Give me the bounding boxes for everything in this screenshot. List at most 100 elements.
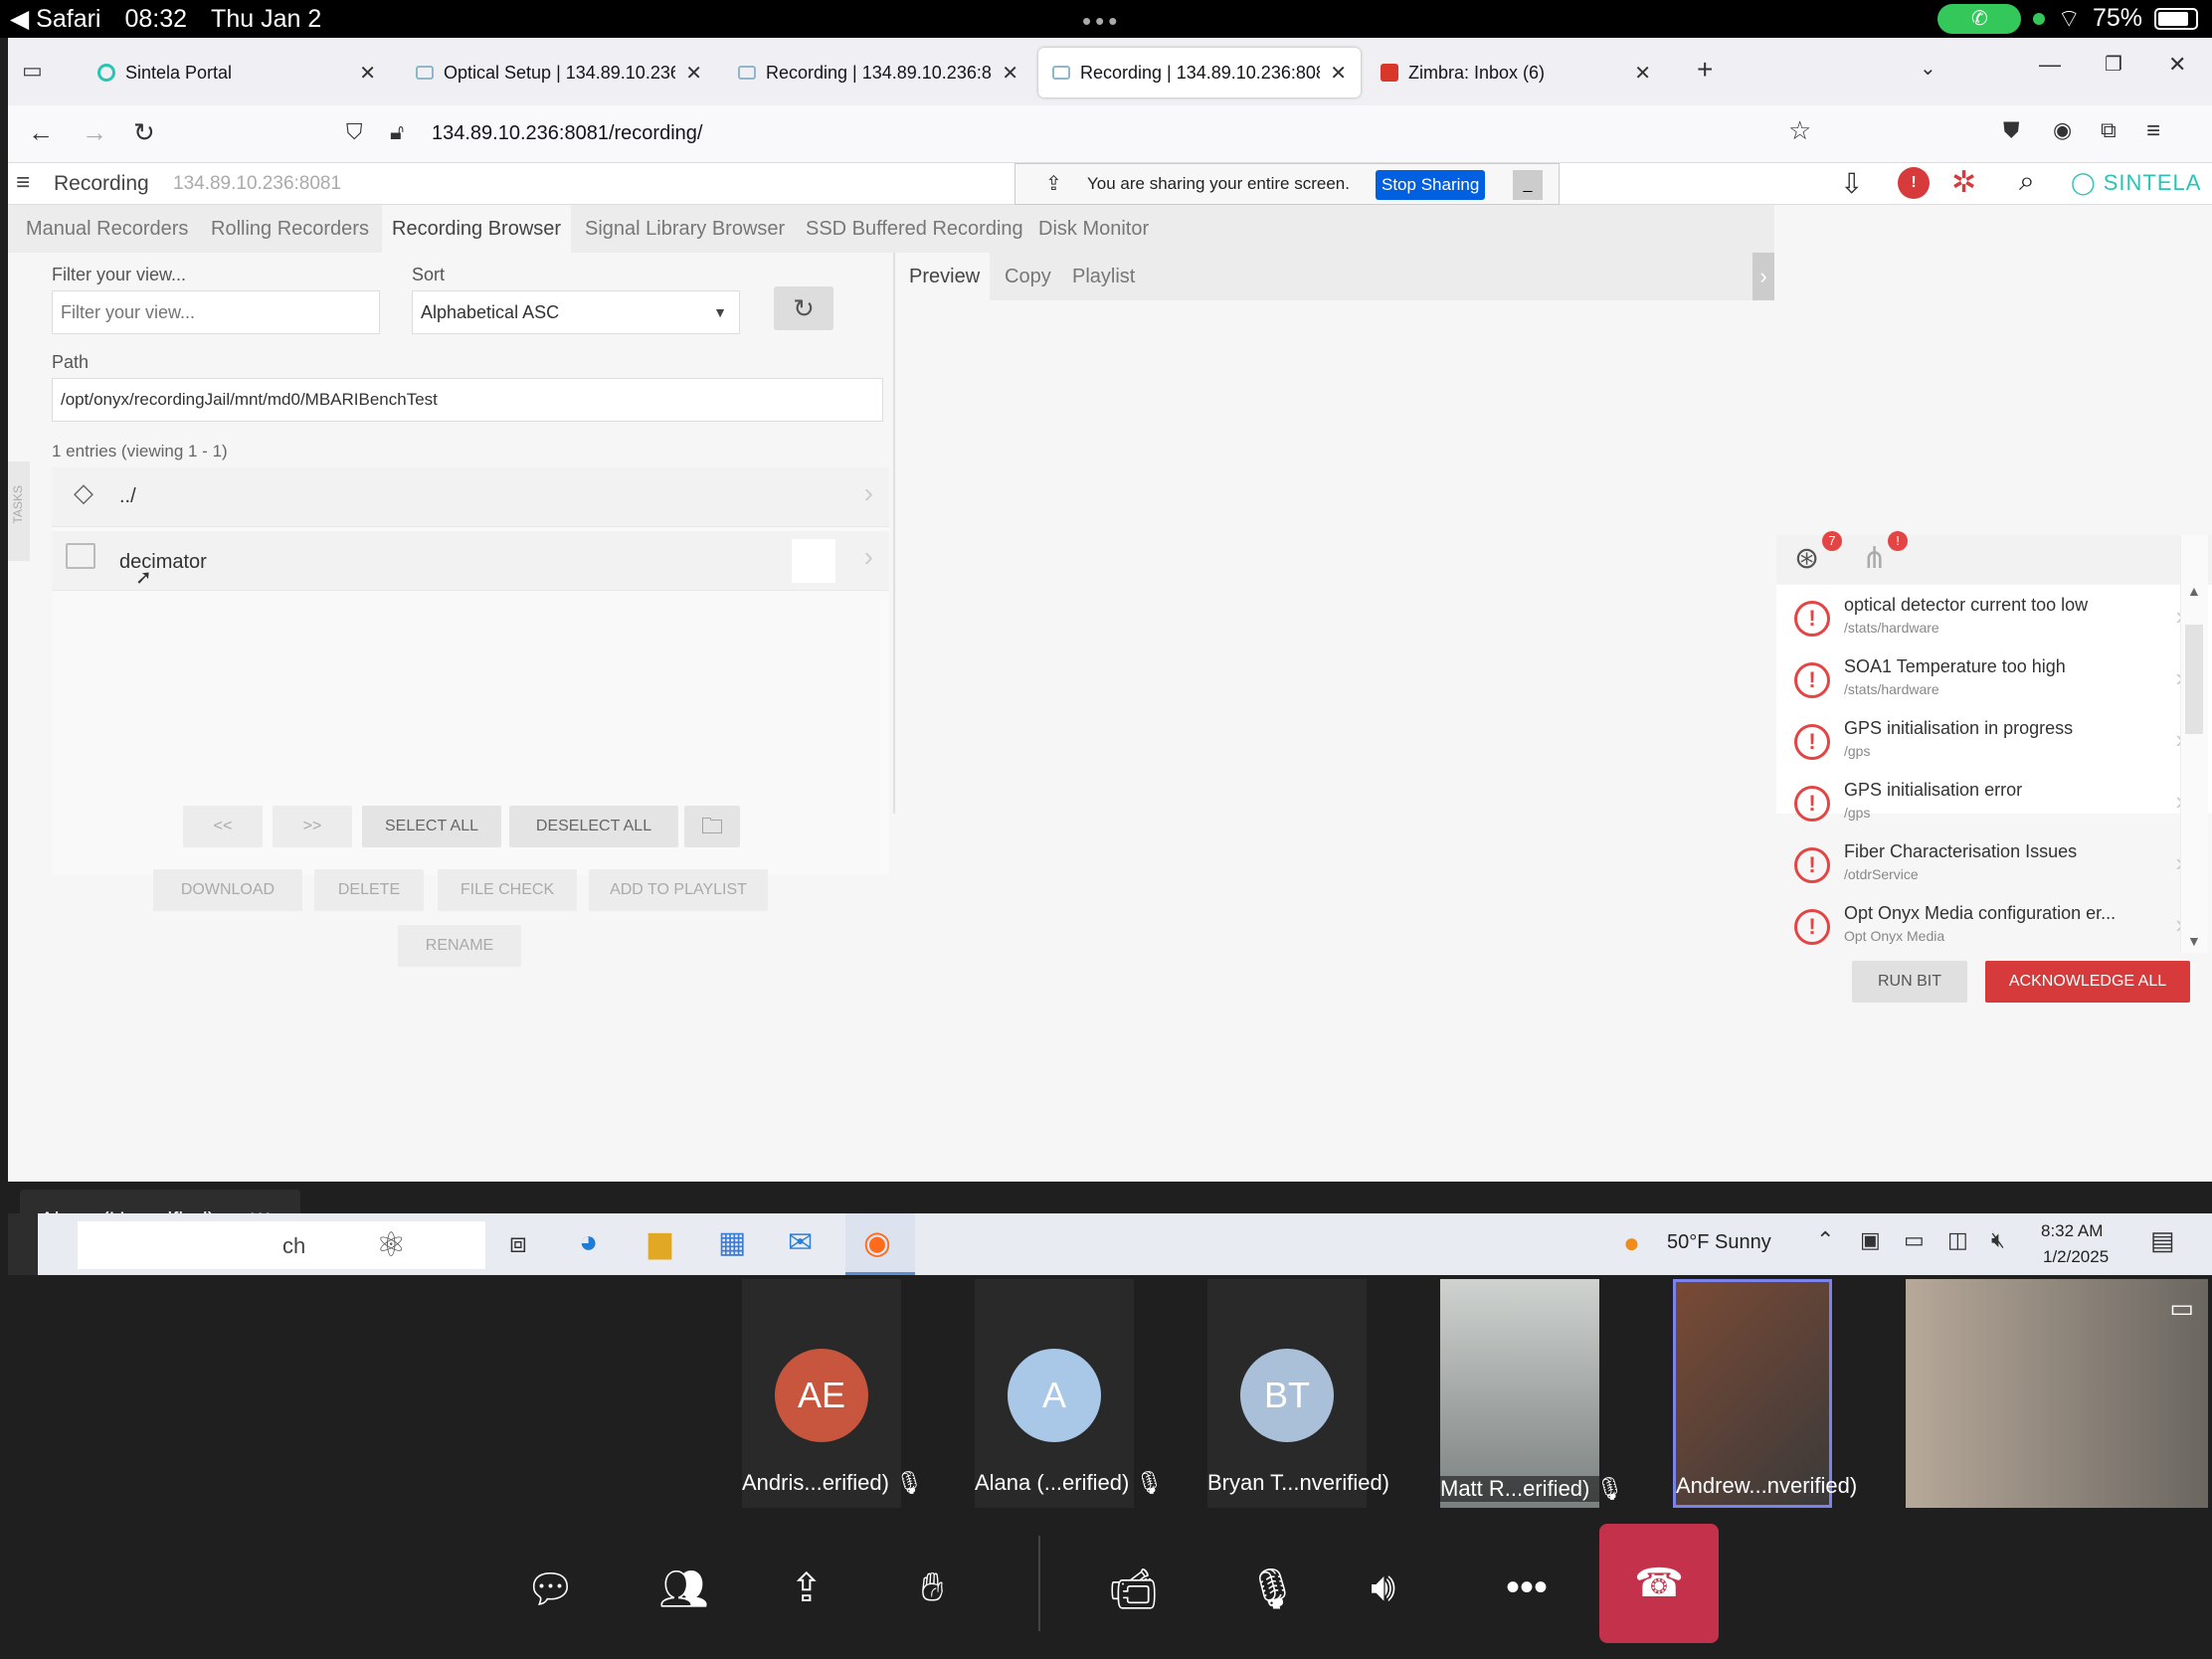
- close-tab-icon[interactable]: ✕: [359, 61, 376, 86]
- new-folder-button[interactable]: 🗀︎: [684, 806, 740, 847]
- expand-panel-icon[interactable]: ›: [1752, 253, 1774, 300]
- network-tree-icon[interactable]: ⋔: [1862, 541, 1887, 576]
- participants-icon[interactable]: 👥︎: [658, 1566, 709, 1612]
- alert-item[interactable]: ! optical detector current too low/stats/…: [1786, 591, 2194, 652]
- close-tab-icon[interactable]: ✕: [1634, 61, 1651, 86]
- filter-input[interactable]: [52, 290, 380, 334]
- list-item-decimator[interactable]: decimator ➚ ›: [52, 531, 889, 591]
- camera-switch-icon[interactable]: ▭: [2169, 1293, 2194, 1324]
- hang-up-button[interactable]: ☎: [1599, 1524, 1719, 1643]
- delete-button[interactable]: DELETE: [314, 869, 424, 911]
- extensions-icon[interactable]: ⧉: [2101, 117, 2117, 143]
- run-bit-button[interactable]: RUN BIT: [1852, 961, 1967, 1003]
- edge-icon[interactable]: ◕: [579, 1223, 598, 1260]
- deselect-all-button[interactable]: DESELECT ALL: [509, 806, 678, 847]
- download-icon[interactable]: ⇩: [1840, 167, 1863, 200]
- close-tab-icon[interactable]: ✕: [685, 61, 702, 86]
- tab-preview[interactable]: Preview: [899, 253, 991, 300]
- close-tab-icon[interactable]: ✕: [1330, 61, 1347, 86]
- bookmark-star-icon[interactable]: ☆: [1788, 115, 1811, 146]
- next-page-button[interactable]: >>: [273, 806, 352, 847]
- hamburger-menu-icon[interactable]: ≡: [16, 169, 30, 197]
- alert-item[interactable]: !GPS initialisation in progress/gps›: [1786, 714, 2194, 776]
- raise-hand-icon[interactable]: ✋︎: [921, 1566, 944, 1610]
- add-to-playlist-button[interactable]: ADD TO PLAYLIST: [589, 869, 768, 911]
- close-tab-icon[interactable]: ✕: [1002, 61, 1018, 86]
- acknowledge-all-button[interactable]: ACKNOWLEDGE ALL: [1985, 961, 2190, 1003]
- reload-icon[interactable]: ↻: [133, 117, 155, 148]
- tab-playlist[interactable]: Playlist: [1062, 253, 1145, 300]
- stop-sharing-button[interactable]: Stop Sharing: [1376, 170, 1486, 200]
- share-screen-icon[interactable]: ⇪: [790, 1566, 824, 1611]
- sort-select[interactable]: Alphabetical ASC ▼: [412, 290, 740, 334]
- search-icon[interactable]: ⌕: [2019, 165, 2035, 198]
- firefox-taskbar-button[interactable]: ◉: [845, 1213, 915, 1275]
- scroll-thumb[interactable]: [2185, 625, 2203, 734]
- menu-icon[interactable]: ≡: [2146, 117, 2160, 145]
- chat-icon[interactable]: 💬︎: [525, 1566, 576, 1612]
- select-checkbox[interactable]: [792, 539, 835, 583]
- back-icon[interactable]: ←: [28, 117, 54, 148]
- close-window-icon[interactable]: ✕: [2168, 52, 2186, 78]
- alerts-scrollbar[interactable]: ▲ ▼: [2180, 535, 2208, 953]
- select-all-button[interactable]: SELECT ALL: [362, 806, 501, 847]
- alert-item[interactable]: !GPS initialisation error/gps›: [1786, 776, 2194, 837]
- tab-recording-1[interactable]: Recording | 134.89.10.236:8081 ✕: [724, 48, 1032, 97]
- more-actions-icon[interactable]: •••: [1506, 1566, 1548, 1610]
- prev-page-button[interactable]: <<: [183, 806, 263, 847]
- store-icon[interactable]: ▦: [718, 1225, 746, 1260]
- url-bar[interactable]: 134.89.10.236:8081/recording/: [336, 112, 1828, 156]
- battery-tray-icon[interactable]: ▭: [1904, 1227, 1925, 1253]
- alert-item[interactable]: ! Fiber Characterisation Issues/otdrServi…: [1786, 837, 2194, 899]
- participant-video-tile[interactable]: Matt R...erified) 🎙︎: [1440, 1279, 1623, 1508]
- tab-manual-recorders[interactable]: Manual Recorders: [16, 205, 198, 253]
- taskbar-search[interactable]: ch ⚛: [78, 1221, 485, 1269]
- alert-item[interactable]: ! Opt Onyx Media configuration er... Opt O…: [1786, 899, 2194, 949]
- camera-icon[interactable]: 📹︎: [1108, 1566, 1159, 1612]
- network-tray-icon[interactable]: ◫: [1947, 1227, 1968, 1253]
- tray-app-icon[interactable]: ▣: [1860, 1227, 1881, 1253]
- scroll-down-icon[interactable]: ▼: [2187, 933, 2201, 949]
- participant-tile[interactable]: AE Andris...erified) 🎙︎: [742, 1279, 923, 1508]
- tasks-side-tab[interactable]: TASKS: [8, 461, 30, 561]
- minimize-banner-button[interactable]: _: [1513, 170, 1543, 200]
- refresh-button[interactable]: ↻: [774, 286, 833, 330]
- tab-disk-monitor[interactable]: Disk Monitor: [1028, 205, 1159, 253]
- forward-icon[interactable]: →: [82, 117, 107, 148]
- account-icon[interactable]: ◉: [2053, 117, 2072, 143]
- weather-text[interactable]: 50°F Sunny: [1667, 1231, 1771, 1254]
- firefox-view-icon[interactable]: ▭: [22, 58, 43, 84]
- start-button[interactable]: [8, 1213, 38, 1275]
- tab-copy[interactable]: Copy: [995, 253, 1061, 300]
- task-view-icon[interactable]: ⧈: [509, 1227, 527, 1260]
- self-video-tile[interactable]: ▭: [1906, 1279, 2208, 1508]
- health-pulse-icon[interactable]: ⊛: [1794, 541, 1819, 576]
- tab-optical-setup[interactable]: Optical Setup | 134.89.10.236:8 ✕: [402, 48, 716, 97]
- taskbar-time[interactable]: 8:32 AM: [2041, 1221, 2103, 1241]
- restore-window-icon[interactable]: ❐: [2105, 52, 2122, 77]
- pocket-icon[interactable]: ⛊: [2003, 117, 2020, 143]
- alert-icon[interactable]: !: [1898, 167, 1930, 199]
- participant-video-tile-speaking[interactable]: Andrew...nverified): [1673, 1279, 1857, 1508]
- list-item-parent[interactable]: ◇ ../ ›: [52, 467, 889, 527]
- tab-recording-browser[interactable]: Recording Browser: [382, 205, 572, 253]
- participant-tile[interactable]: A Alana (...erified) 🎙︎: [975, 1279, 1163, 1508]
- list-tabs-icon[interactable]: ⌄: [1920, 56, 1936, 81]
- tab-rolling-recorders[interactable]: Rolling Recorders: [201, 205, 379, 253]
- alert-item[interactable]: ! SOA1 Temperature too high/stats/hardwar…: [1786, 652, 2194, 714]
- minimize-window-icon[interactable]: —: [2039, 52, 2061, 78]
- notifications-icon[interactable]: ▤: [2150, 1225, 2175, 1256]
- participant-tile[interactable]: BT Bryan T...nverified): [1207, 1279, 1389, 1508]
- tab-zimbra[interactable]: Zimbra: Inbox (6) ✕: [1367, 48, 1665, 97]
- tab-sintela-portal[interactable]: Sintela Portal ✕: [84, 48, 390, 97]
- tab-signal-library-browser[interactable]: Signal Library Browser: [575, 205, 795, 253]
- back-to-app[interactable]: ◀ Safari: [10, 4, 100, 34]
- mail-icon[interactable]: ✉: [788, 1225, 813, 1260]
- new-tab-icon[interactable]: +: [1697, 54, 1713, 86]
- tray-chevron-icon[interactable]: ⌃: [1816, 1227, 1834, 1253]
- scroll-up-icon[interactable]: ▲: [2187, 583, 2201, 599]
- speaker-icon[interactable]: 🔊︎: [1371, 1566, 1395, 1610]
- microphone-icon[interactable]: 🎙︎: [1247, 1566, 1298, 1612]
- file-explorer-icon[interactable]: ▆: [648, 1225, 671, 1260]
- multitask-dots[interactable]: •••: [1082, 6, 1121, 37]
